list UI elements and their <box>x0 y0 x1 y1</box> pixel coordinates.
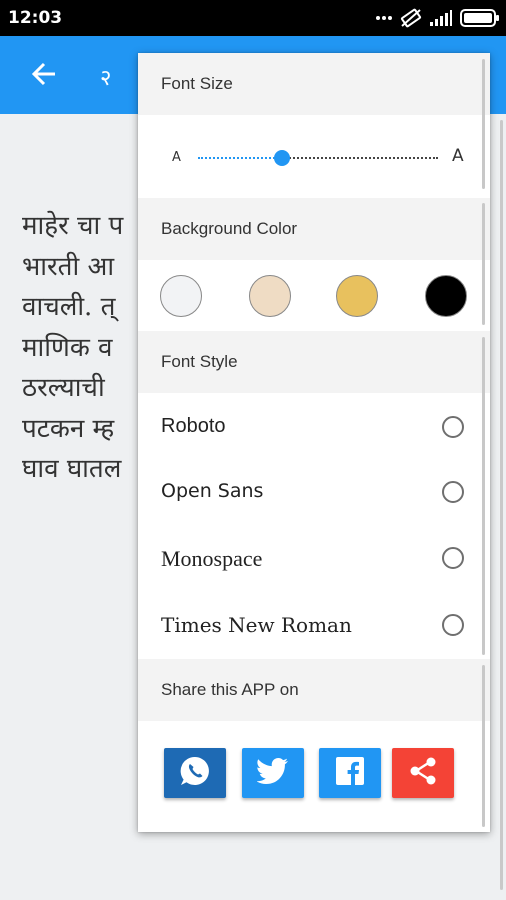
share-header-label: Share this APP on <box>161 680 299 699</box>
facebook-icon <box>336 756 364 790</box>
font-option-open-sans[interactable]: Open Sans <box>138 462 490 522</box>
whatsapp-share-button[interactable] <box>164 748 226 798</box>
font-option-monospace[interactable]: Monospace <box>138 528 490 588</box>
background-color-header-label: Background Color <box>161 219 298 238</box>
panel-scrollbar[interactable] <box>482 203 485 325</box>
radio-button[interactable] <box>442 547 464 569</box>
swatch-black[interactable] <box>425 275 467 317</box>
font-option-label: Roboto <box>161 415 226 437</box>
swatch-white[interactable] <box>160 275 202 317</box>
swatch-beige[interactable] <box>249 275 291 317</box>
back-button[interactable] <box>26 58 62 94</box>
twitter-share-button[interactable] <box>242 748 304 798</box>
status-icons <box>376 7 500 29</box>
share-header: Share this APP on <box>138 659 490 721</box>
chapter-title: २ <box>100 66 112 91</box>
font-size-large-label: A <box>452 146 464 166</box>
radio-button[interactable] <box>442 614 464 636</box>
slider-track[interactable] <box>198 150 438 166</box>
font-style-header: Font Style <box>138 331 490 393</box>
font-style-header-label: Font Style <box>161 352 238 371</box>
reader-settings-panel: Font Size A A Background Color Font Styl… <box>138 53 490 832</box>
font-size-small-label: A <box>172 150 181 165</box>
radio-button[interactable] <box>442 481 464 503</box>
whatsapp-icon <box>178 754 212 793</box>
font-option-label: Monospace <box>161 546 263 571</box>
font-option-times-new-roman[interactable]: Times New Roman <box>138 595 490 655</box>
panel-scrollbar[interactable] <box>482 59 485 189</box>
battery-icon <box>460 9 500 27</box>
font-size-header: Font Size <box>138 53 490 115</box>
font-option-label: Open Sans <box>161 480 264 502</box>
share-icon <box>408 756 438 791</box>
font-size-slider[interactable]: A A <box>172 146 464 169</box>
status-bar: 12:03 <box>0 0 506 36</box>
page-scrollbar[interactable] <box>500 120 503 890</box>
font-size-header-label: Font Size <box>161 74 233 93</box>
twitter-icon <box>256 757 289 790</box>
panel-scrollbar[interactable] <box>482 665 485 827</box>
facebook-share-button[interactable] <box>319 748 381 798</box>
cellular-signal-icon <box>430 10 452 26</box>
font-option-roboto[interactable]: Roboto <box>138 397 490 457</box>
radio-button[interactable] <box>442 416 464 438</box>
share-button[interactable] <box>392 748 454 798</box>
status-time: 12:03 <box>8 8 63 28</box>
arrow-back-icon <box>31 62 57 91</box>
slider-thumb[interactable] <box>274 150 290 166</box>
font-option-label: Times New Roman <box>161 613 352 637</box>
background-color-header: Background Color <box>138 198 490 260</box>
rotation-lock-icon <box>400 8 422 28</box>
swatch-gold[interactable] <box>336 275 378 317</box>
slider-fill <box>198 157 282 159</box>
signal-dots-icon <box>376 15 392 21</box>
